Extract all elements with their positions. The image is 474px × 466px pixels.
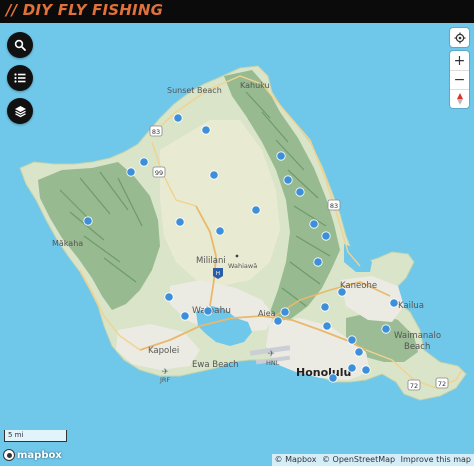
fishing-spot-marker[interactable] — [83, 216, 93, 226]
list-button[interactable] — [7, 65, 33, 91]
mapbox-logo-icon — [3, 449, 15, 461]
fishing-spot-marker[interactable] — [347, 363, 357, 373]
geolocate-button[interactable] — [450, 28, 469, 47]
map-attribution: © Mapbox © OpenStreetMap Improve this ma… — [271, 454, 474, 466]
map-canvas[interactable]: 83 99 83 72 72 H Sunset Beach Kahuku Māk… — [0, 23, 474, 466]
route-shield-label: 72 — [438, 380, 446, 388]
fishing-spot-marker[interactable] — [361, 365, 371, 375]
place-label-airport: HNL — [266, 359, 280, 367]
attribution-mapbox-link[interactable]: © Mapbox — [275, 455, 317, 464]
fishing-spot-marker[interactable] — [201, 125, 211, 135]
mapbox-logo-text: mapbox — [17, 449, 62, 461]
fishing-spot-marker[interactable] — [139, 157, 149, 167]
fishing-spot-marker[interactable] — [215, 226, 225, 236]
brand-logo[interactable]: // DIY FLY FISHING — [6, 1, 163, 19]
fishing-spot-marker[interactable] — [381, 324, 391, 334]
route-shield-label: 83 — [152, 128, 160, 136]
compass-icon — [456, 93, 463, 105]
place-label-sunset-beach: Sunset Beach — [167, 86, 222, 95]
route-shield-label: 99 — [155, 169, 163, 177]
town-dot-wahiawa — [235, 254, 239, 258]
place-label-jrf: JRF — [159, 376, 170, 384]
fishing-spot-marker[interactable] — [320, 302, 330, 312]
search-button[interactable] — [7, 32, 33, 58]
search-icon — [14, 39, 26, 51]
route-shield-72-east: 72 — [435, 377, 449, 389]
fishing-spot-marker[interactable] — [126, 167, 136, 177]
fishing-spot-marker[interactable] — [273, 316, 283, 326]
zoom-out-button[interactable]: − — [450, 70, 469, 89]
app-root: // DIY FLY FISHING 83 99 83 72 72 H Suns… — [0, 0, 474, 466]
airfield-plane-icon: ✈ — [162, 367, 169, 376]
place-label-wahiawa-small: Wahiawā — [228, 262, 257, 270]
place-label-ewa-beach: Ewa Beach — [192, 360, 239, 370]
place-label-aiea: Aiea — [258, 309, 276, 318]
fishing-spot-marker[interactable] — [203, 306, 213, 316]
fishing-spot-marker[interactable] — [321, 231, 331, 241]
route-shield-83-east: 83 — [327, 199, 341, 211]
place-label-kailua: Kailua — [398, 301, 424, 311]
airport-plane-icon: ✈ — [268, 349, 275, 358]
fishing-spot-marker[interactable] — [309, 219, 319, 229]
place-label-kahuku: Kahuku — [240, 81, 270, 90]
layers-icon — [14, 105, 26, 117]
place-label-beach: Beach — [404, 342, 430, 352]
route-shield-99: 99 — [152, 166, 166, 178]
fishing-spot-marker[interactable] — [313, 257, 323, 267]
fishing-spot-marker[interactable] — [251, 205, 261, 215]
fishing-spot-marker[interactable] — [164, 292, 174, 302]
fishing-spot-marker[interactable] — [347, 335, 357, 345]
fishing-spot-marker[interactable] — [173, 113, 183, 123]
fishing-spot-marker[interactable] — [322, 321, 332, 331]
compass-button[interactable] — [450, 89, 469, 108]
layers-button[interactable] — [7, 98, 33, 124]
fishing-spot-marker[interactable] — [175, 217, 185, 227]
place-label-honolulu: Honolulu — [296, 366, 351, 379]
route-shield-83-north: 83 — [149, 125, 163, 137]
interstate-shield-label: H — [216, 271, 220, 277]
fishing-spot-marker[interactable] — [280, 307, 290, 317]
route-shield-label: 83 — [330, 202, 338, 210]
fishing-spot-marker[interactable] — [180, 311, 190, 321]
place-label-kapolei: Kapolei — [148, 346, 179, 356]
zoom-in-button[interactable]: + — [450, 51, 469, 70]
route-shield-72-west: 72 — [407, 379, 421, 391]
fishing-spot-marker[interactable] — [389, 298, 399, 308]
fishing-spot-marker[interactable] — [283, 175, 293, 185]
crosshair-icon — [454, 32, 465, 43]
header-bar: // DIY FLY FISHING — [0, 0, 474, 23]
fishing-spot-marker[interactable] — [295, 187, 305, 197]
fishing-spot-marker[interactable] — [328, 373, 338, 383]
route-shield-label: 72 — [410, 382, 418, 390]
mapbox-logo[interactable]: mapbox — [3, 448, 62, 462]
place-label-waimanalo: Waimanalo — [394, 331, 441, 341]
geolocate-control[interactable] — [450, 28, 469, 47]
fishing-spot-marker[interactable] — [209, 170, 219, 180]
navigation-control: + − — [450, 51, 469, 108]
attribution-osm-link[interactable]: © OpenStreetMap — [322, 455, 395, 464]
scale-bar: 5 mi — [4, 430, 67, 442]
fishing-spot-marker[interactable] — [276, 151, 286, 161]
fishing-spot-marker[interactable] — [354, 347, 364, 357]
place-label-mililani: Mililani — [196, 256, 226, 266]
attribution-improve-link[interactable]: Improve this map — [401, 455, 471, 464]
fishing-spot-marker[interactable] — [337, 287, 347, 297]
place-label-makaha: Mākaha — [52, 239, 83, 248]
list-icon — [14, 73, 26, 83]
